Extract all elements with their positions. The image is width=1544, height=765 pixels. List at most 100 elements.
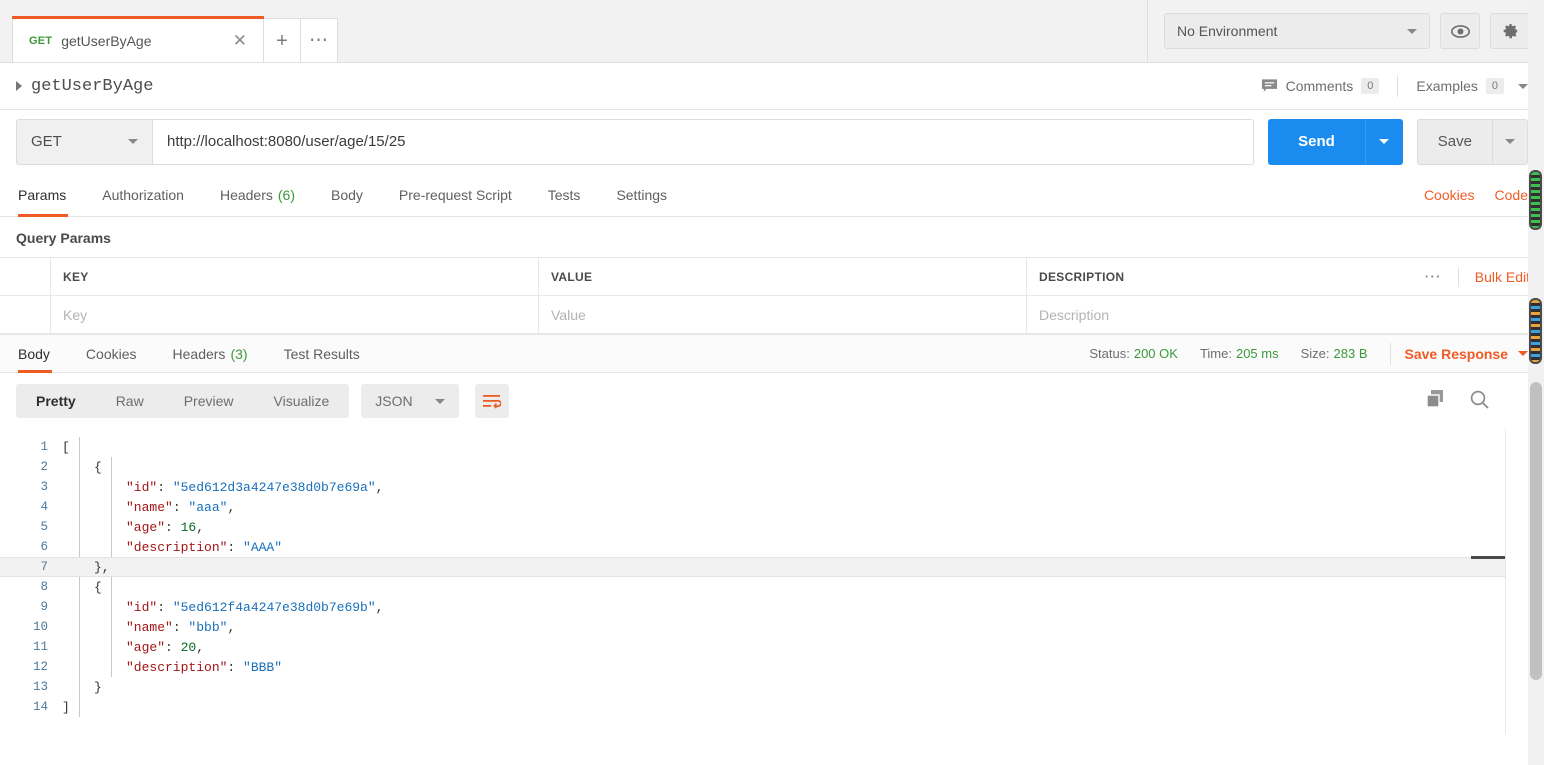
code-token: { xyxy=(94,579,102,595)
comments-button[interactable]: Comments 0 xyxy=(1261,78,1380,94)
column-key: KEY xyxy=(51,258,539,295)
code-token: "id" xyxy=(126,599,158,615)
bulk-edit-button[interactable]: Bulk Edit xyxy=(1459,269,1530,285)
send-button[interactable]: Send xyxy=(1268,118,1365,165)
examples-button[interactable]: Examples 0 xyxy=(1416,78,1528,94)
scrollbar-stripes xyxy=(1531,172,1540,228)
search-icon xyxy=(1470,390,1489,409)
code-token: : xyxy=(165,639,181,655)
response-tab-headers[interactable]: Headers (3) xyxy=(155,334,266,373)
code-line: 12 "description": "BBB" xyxy=(0,657,1505,677)
page-scrollbar-thumb-lower[interactable] xyxy=(1529,298,1542,364)
tab-label: Authorization xyxy=(102,186,184,203)
column-value: VALUE xyxy=(539,258,1027,295)
code-token: , xyxy=(227,499,236,515)
code-line: 2{ xyxy=(0,457,1505,477)
tab-label: Cookies xyxy=(85,345,137,362)
page-title: getUserByAge xyxy=(31,76,154,96)
description-input[interactable]: Description xyxy=(1027,296,1544,333)
code-token: , xyxy=(227,619,236,635)
comment-icon xyxy=(1261,79,1277,92)
tab-label: Params xyxy=(18,186,67,203)
code-token: ] xyxy=(62,699,70,715)
save-options-button[interactable] xyxy=(1492,118,1528,165)
table-row[interactable]: Key Value Description xyxy=(0,296,1544,334)
tab-label: Settings xyxy=(616,186,668,203)
tab-options-button[interactable]: ⋯ xyxy=(301,18,338,62)
code-token: [ xyxy=(62,439,70,455)
row-checkbox-cell[interactable] xyxy=(0,296,51,333)
column-description-group: DESCRIPTION ⋯ Bulk Edit xyxy=(1027,258,1544,295)
response-scrollbar-thumb[interactable] xyxy=(1530,382,1542,680)
size-value: 283 B xyxy=(1333,346,1368,361)
value-input[interactable]: Value xyxy=(539,296,1027,333)
tab-body[interactable]: Body xyxy=(313,173,381,217)
tab-pre-request-script[interactable]: Pre-request Script xyxy=(381,173,530,217)
request-tab[interactable]: GET getUserByAge ✕ xyxy=(12,16,264,62)
tab-headers[interactable]: Headers (6) xyxy=(202,173,313,217)
view-mode-pretty[interactable]: Pretty xyxy=(16,384,96,418)
tab-label: Tests xyxy=(547,186,581,203)
search-button[interactable] xyxy=(1469,389,1490,413)
line-number: 5 xyxy=(40,520,48,534)
settings-button[interactable] xyxy=(1490,13,1530,49)
response-body-editor[interactable]: 1[2{3 "id": "5ed612d3a4247e38d0b7e69a", 4 "… xyxy=(0,429,1506,734)
copy-button[interactable] xyxy=(1426,389,1447,413)
code-token: "5ed612f4a4247e38d0b7e69b" xyxy=(172,599,376,615)
url-input[interactable]: http://localhost:8080/user/age/15/25 xyxy=(152,118,1255,165)
tab-authorization[interactable]: Authorization xyxy=(84,173,202,217)
environment-quick-look-button[interactable] xyxy=(1440,13,1480,49)
environment-label: No Environment xyxy=(1177,23,1278,39)
time-badge: Time: 205 ms xyxy=(1200,346,1279,361)
key-input[interactable]: Key xyxy=(51,296,539,333)
environment-select[interactable]: No Environment xyxy=(1164,13,1430,49)
cookies-link[interactable]: Cookies xyxy=(1424,187,1475,203)
cursor-marker xyxy=(1471,556,1505,559)
divider xyxy=(1389,342,1391,365)
view-mode-preview[interactable]: Preview xyxy=(164,384,254,418)
response-meta: Status: 200 OK Time: 205 ms Size: 283 B Sav… xyxy=(1089,342,1528,365)
page-scrollbar-thumb-upper[interactable] xyxy=(1529,170,1542,230)
ellipsis-icon[interactable]: ⋯ xyxy=(1408,268,1458,285)
save-response-button[interactable]: Save Response xyxy=(1405,346,1528,362)
status-value: 200 OK xyxy=(1133,346,1178,361)
code-link[interactable]: Code xyxy=(1495,187,1528,203)
code-token: "5ed612d3a4247e38d0b7e69a" xyxy=(172,479,376,495)
code-line: 11 "age": 20, xyxy=(0,637,1505,657)
new-tab-button[interactable]: + xyxy=(264,18,301,62)
time-label: Time: xyxy=(1199,346,1232,361)
code-token: "age" xyxy=(126,519,166,535)
column-description: DESCRIPTION xyxy=(1039,269,1125,284)
tab-label: Body xyxy=(18,345,50,362)
code-line: 5 "age": 16, xyxy=(0,517,1505,537)
triangle-right-icon[interactable] xyxy=(16,81,22,91)
close-icon[interactable]: ✕ xyxy=(231,32,249,49)
line-number: 13 xyxy=(32,680,48,694)
code-text: "description": "BBB" xyxy=(62,660,282,675)
response-tab-body[interactable]: Body xyxy=(16,334,68,373)
send-options-button[interactable] xyxy=(1364,118,1403,165)
tab-label: Headers xyxy=(172,345,226,362)
response-tab-cookies[interactable]: Cookies xyxy=(68,334,155,373)
breadcrumb-bar: getUserByAge Comments 0 Examples 0 xyxy=(0,63,1544,110)
line-number: 14 xyxy=(32,700,48,714)
time-value: 205 ms xyxy=(1235,346,1279,361)
tab-settings[interactable]: Settings xyxy=(598,173,685,217)
view-mode-visualize[interactable]: Visualize xyxy=(254,384,350,418)
view-mode-raw[interactable]: Raw xyxy=(96,384,164,418)
method-select[interactable]: GET xyxy=(16,118,152,165)
word-wrap-button[interactable] xyxy=(474,384,509,418)
format-select[interactable]: JSON xyxy=(361,384,459,418)
code-token: , xyxy=(196,519,205,535)
response-format-toolbar: Pretty Raw Preview Visualize JSON xyxy=(0,373,1544,429)
breadcrumb[interactable]: getUserByAge xyxy=(16,77,1261,96)
size-label: Size: xyxy=(1300,346,1330,361)
breadcrumb-actions: Comments 0 Examples 0 xyxy=(1261,75,1528,97)
tab-label: Headers xyxy=(219,186,273,203)
tab-tests[interactable]: Tests xyxy=(530,173,599,217)
code-line: 9 "id": "5ed612f4a4247e38d0b7e69b", xyxy=(0,597,1505,617)
save-button[interactable]: Save xyxy=(1416,118,1492,165)
code-token: : xyxy=(165,519,181,535)
response-tab-test-results[interactable]: Test Results xyxy=(266,334,378,373)
tab-params[interactable]: Params xyxy=(16,173,84,217)
